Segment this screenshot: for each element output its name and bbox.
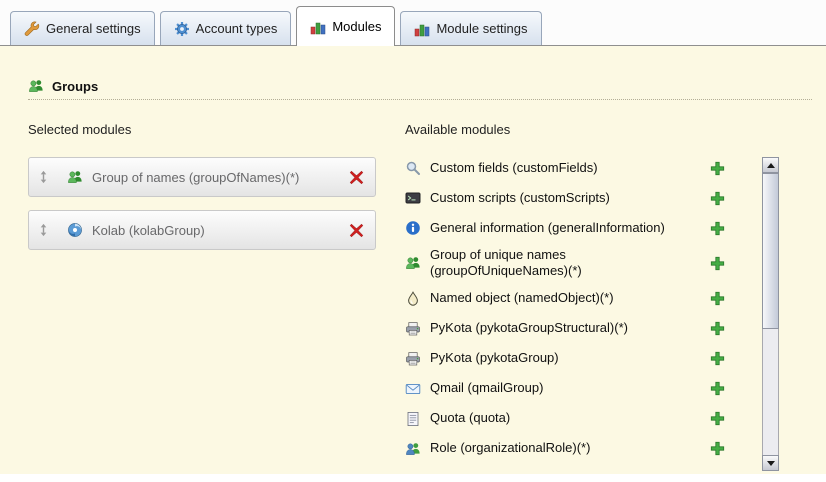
magnifier-icon: [405, 160, 421, 176]
available-modules-scrollbar[interactable]: [762, 157, 779, 471]
available-modules-column: Available modules Custom fields (customF…: [405, 122, 779, 460]
available-module-row: Custom scripts (customScripts): [405, 187, 753, 209]
scrollbar-up-button[interactable]: [762, 157, 779, 173]
section-title: Groups: [52, 79, 98, 94]
available-module-label: General information (generalInformation): [430, 220, 710, 236]
selected-modules-column: Selected modules Group of names (groupOf…: [28, 122, 376, 460]
drop-icon: [405, 291, 421, 307]
available-module-label: Custom fields (customFields): [430, 160, 710, 176]
available-modules-heading: Available modules: [405, 122, 779, 137]
available-module-label: Role (organizationalRole)(*): [430, 440, 710, 456]
available-module-label: Group of unique names (groupOfUniqueName…: [430, 247, 710, 280]
tab-label: Module settings: [436, 21, 527, 36]
available-modules-list: Custom fields (customFields) Custom scri…: [405, 157, 779, 460]
tab-account-types[interactable]: Account types: [160, 11, 292, 45]
available-module-row: Custom fields (customFields): [405, 157, 753, 179]
tab-bar: General settings Account types Modules M…: [0, 0, 826, 46]
available-module-label: Named object (namedObject)(*): [430, 290, 710, 306]
arrow-up-icon: [767, 163, 775, 168]
add-module-button[interactable]: [710, 191, 725, 206]
add-module-button[interactable]: [710, 351, 725, 366]
add-module-button[interactable]: [710, 291, 725, 306]
available-module-label: PyKota (pykotaGroupStructural)(*): [430, 320, 710, 336]
scrollbar-down-button[interactable]: [762, 455, 779, 471]
available-module-row: PyKota (pykotaGroupStructural)(*): [405, 318, 753, 340]
remove-module-button[interactable]: [349, 170, 364, 185]
available-module-label: Custom scripts (customScripts): [430, 190, 710, 206]
scrollbar-thumb[interactable]: [762, 173, 779, 329]
add-module-button[interactable]: [710, 441, 725, 456]
group-icon: [405, 255, 421, 271]
role-icon: [405, 441, 421, 457]
selected-module-label: Group of names (groupOfNames)(*): [92, 170, 349, 185]
tabbar-divider: [0, 45, 826, 46]
content-area: Groups Selected modules Group of names (…: [0, 46, 826, 474]
printer-icon: [405, 321, 421, 337]
available-module-row: Named object (namedObject)(*): [405, 288, 753, 310]
printer-icon: [405, 351, 421, 367]
available-module-label: Qmail (qmailGroup): [430, 380, 710, 396]
add-module-button[interactable]: [710, 321, 725, 336]
wrench-icon: [24, 21, 40, 37]
drag-handle-icon[interactable]: [38, 170, 49, 184]
gears-icon: [174, 21, 190, 37]
mail-icon: [405, 381, 421, 397]
module-columns: Selected modules Group of names (groupOf…: [28, 122, 826, 460]
modules-icon: [310, 19, 326, 35]
selected-module-label: Kolab (kolabGroup): [92, 223, 349, 238]
available-module-row: Role (organizationalRole)(*): [405, 438, 753, 460]
available-module-row: Quota (quota): [405, 408, 753, 430]
tab-modules[interactable]: Modules: [296, 6, 395, 46]
section-header-groups: Groups: [28, 78, 812, 100]
tab-module-settings[interactable]: Module settings: [400, 11, 541, 45]
lam-configuration-page: General settings Account types Modules M…: [0, 0, 826, 482]
info-icon: [405, 220, 421, 236]
tab-label: General settings: [46, 21, 141, 36]
drag-handle-icon[interactable]: [38, 223, 49, 237]
selected-modules-heading: Selected modules: [28, 122, 376, 137]
selected-module-row: Group of names (groupOfNames)(*): [28, 157, 376, 197]
tab-general-settings[interactable]: General settings: [10, 11, 155, 45]
group-icon: [67, 169, 83, 185]
available-module-label: Quota (quota): [430, 410, 710, 426]
available-module-row: Group of unique names (groupOfUniqueName…: [405, 247, 753, 280]
add-module-button[interactable]: [710, 221, 725, 236]
group-icon: [28, 78, 44, 94]
arrow-down-icon: [767, 461, 775, 466]
tab-label: Account types: [196, 21, 278, 36]
add-module-button[interactable]: [710, 381, 725, 396]
add-module-button[interactable]: [710, 411, 725, 426]
quota-icon: [405, 411, 421, 427]
add-module-button[interactable]: [710, 161, 725, 176]
selected-module-row: Kolab (kolabGroup): [28, 210, 376, 250]
available-module-row: PyKota (pykotaGroup): [405, 348, 753, 370]
available-module-label: PyKota (pykotaGroup): [430, 350, 710, 366]
add-module-button[interactable]: [710, 256, 725, 271]
kolab-icon: [67, 222, 83, 238]
remove-module-button[interactable]: [349, 223, 364, 238]
modules-icon: [414, 21, 430, 37]
script-icon: [405, 190, 421, 206]
available-module-row: General information (generalInformation): [405, 217, 753, 239]
tab-label: Modules: [332, 19, 381, 34]
available-module-row: Qmail (qmailGroup): [405, 378, 753, 400]
